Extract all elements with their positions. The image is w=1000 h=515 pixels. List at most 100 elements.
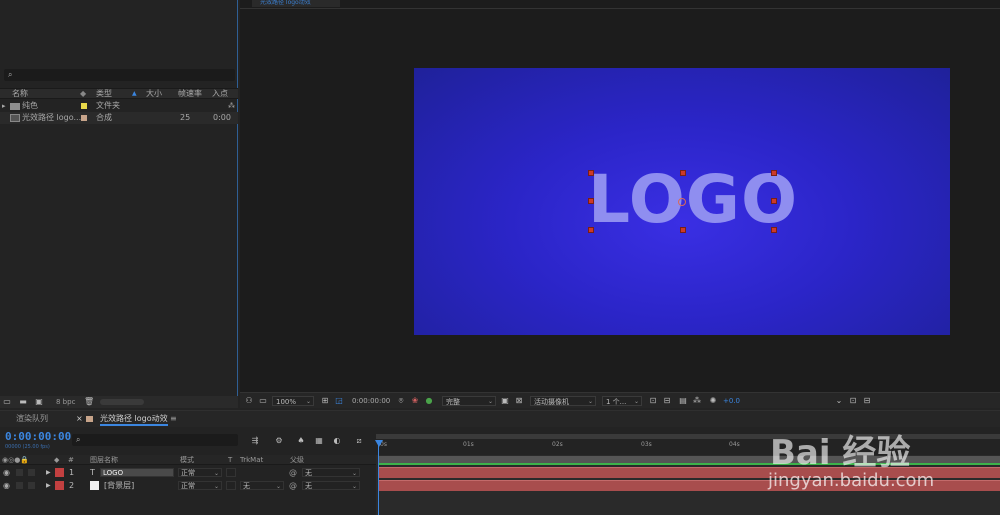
label-swatch[interactable] [81,103,87,109]
playhead-handle[interactable] [375,440,383,447]
label-column-icon[interactable]: ◆ [54,455,59,465]
label-column-icon[interactable]: ◆ [80,89,86,99]
viewer-tab[interactable]: 光效路径 logo动效 [252,0,340,7]
playhead[interactable] [378,440,379,515]
column-in[interactable]: 入点 [212,89,228,99]
timeline-icon[interactable]: ▤ [678,396,688,406]
current-timecode[interactable]: 0:00:00:00 [5,430,71,443]
layer-name[interactable]: [背景层] [104,479,134,492]
project-item-comp[interactable]: 光效路径 logo... 合成 25 0:00 [0,112,238,124]
graph-editor-icon[interactable]: ⧄ [354,436,364,446]
flowchart-icon[interactable]: ⁂ [692,396,702,406]
anchor-point-icon[interactable] [678,198,686,206]
camera-dropdown[interactable]: 活动摄像机 ⌄ [530,396,596,406]
show-snapshot-icon[interactable]: ❀ [410,396,420,406]
lock-toggle[interactable] [28,482,35,489]
column-name[interactable]: 名称 [12,89,28,99]
project-item-folder[interactable]: ▸ 纯色 文件夹 ⁂ [0,100,238,112]
views-dropdown[interactable]: 1 个... ⌄ [602,396,642,406]
column-parent[interactable]: 父级 [290,455,304,465]
toggle-pixel-icon[interactable]: ⊡ [648,396,658,406]
tab-menu-icon[interactable]: ≡ [170,411,177,427]
interpret-footage-icon[interactable]: ▭ [2,397,12,407]
trash-icon[interactable]: 🗑 [84,397,94,407]
fast-preview-icon[interactable]: ⊟ [662,396,672,406]
mode-dropdown[interactable]: 正常 ⌄ [178,468,222,477]
exposure-value[interactable]: +0.0 [723,396,740,406]
column-layer-name[interactable]: 图层名称 [90,455,118,465]
new-folder-icon[interactable]: ▬ [18,397,28,407]
transform-handle[interactable] [588,227,594,233]
expand-arrow-icon[interactable]: ▸ [2,100,6,112]
transform-handle[interactable] [588,198,594,204]
column-fps[interactable]: 帧速率 [178,89,202,99]
lock-toggle[interactable] [28,469,35,476]
timeline-search-input[interactable]: ⌕ [72,434,238,446]
layer-row[interactable]: ◉ ▶ 2 [背景层] 正常 ⌄ 无 ⌄ @ 无 ⌄ [0,479,376,492]
transform-handle[interactable] [680,227,686,233]
pickwhip-icon[interactable]: @ [289,479,297,492]
column-trkmat[interactable]: TrkMat [240,455,263,465]
mask-visibility-icon[interactable]: ◲ [334,396,344,406]
chevron-down-icon: ⌄ [213,470,219,477]
trkmat-dropdown[interactable]: 无 ⌄ [240,481,284,490]
transform-handle[interactable] [771,227,777,233]
fast-preview-icon[interactable]: ⊟ [862,396,872,406]
column-mode[interactable]: 模式 [180,455,194,465]
scrollbar[interactable] [100,399,144,405]
shy-layers-icon[interactable]: ♠ [296,436,306,446]
flowchart-icon[interactable]: ⁂ [228,100,235,112]
layer-label-swatch[interactable] [55,468,64,477]
column-number[interactable]: # [68,455,74,465]
solo-toggle[interactable] [16,482,23,489]
zoom-dropdown[interactable]: 100% ⌄ [272,396,314,406]
eye-icon[interactable]: ◉ [3,466,10,479]
always-preview-icon[interactable]: ⚇ [244,396,254,406]
close-icon[interactable]: × [76,411,83,427]
resolution-dropdown[interactable]: 完整 ⌄ [442,396,496,406]
chevron-down-icon[interactable]: ⌄ [834,396,844,406]
layer-name-field[interactable]: LOGO [100,468,174,477]
preserve-transparency-toggle[interactable] [226,468,236,477]
sort-up-icon[interactable]: ▲ [132,89,137,99]
transform-handle[interactable] [771,170,777,176]
new-comp-icon[interactable]: ▣ [34,397,44,407]
layer-row[interactable]: ◉ ▶ 1 T LOGO 正常 ⌄ @ 无 ⌄ [0,466,376,479]
parent-dropdown[interactable]: 无 ⌄ [302,481,360,490]
pickwhip-icon[interactable]: @ [289,466,297,479]
region-of-interest-icon[interactable]: ▣ [500,396,510,406]
exposure-icon[interactable]: ✺ [708,396,718,406]
column-type[interactable]: 类型 [96,89,112,99]
transform-handle[interactable] [680,170,686,176]
eye-icon[interactable]: ◉ [3,479,10,492]
tab-render-queue[interactable]: 渲染队列 [16,411,48,427]
label-swatch[interactable] [81,115,87,121]
transform-handle[interactable] [588,170,594,176]
chevron-down-icon: ⌄ [351,470,357,477]
grid-icon[interactable]: ⊞ [320,396,330,406]
visibility-icons[interactable]: ◉◎●🔒 [2,455,29,465]
motion-blur-icon[interactable]: ◐ [332,436,342,446]
project-search-input[interactable]: ⌕ [4,69,235,81]
monitor-icon[interactable]: ▭ [258,396,268,406]
transform-handle[interactable] [771,198,777,204]
column-t[interactable]: T [228,455,232,465]
expand-arrow-icon[interactable]: ▶ [46,479,51,492]
frame-blending-icon[interactable]: ▦ [314,436,324,446]
transparency-grid-icon[interactable]: ⊠ [514,396,524,406]
parent-dropdown[interactable]: 无 ⌄ [302,468,360,477]
mode-dropdown[interactable]: 正常 ⌄ [178,481,222,490]
bpc-label[interactable]: 8 bpc [56,397,75,407]
color-channel-icon[interactable]: ● [424,396,434,406]
preserve-transparency-toggle[interactable] [226,481,236,490]
comp-mini-flowchart-icon[interactable]: ⇶ [250,436,260,446]
column-size[interactable]: 大小 [146,89,162,99]
draft-3d-icon[interactable]: ⚙ [274,436,284,446]
viewer-timecode[interactable]: 0:00:00:00 [352,396,390,406]
toggle-pixel-icon[interactable]: ⊡ [848,396,858,406]
expand-arrow-icon[interactable]: ▶ [46,466,51,479]
snapshot-camera-icon[interactable]: ⌾ [396,396,406,406]
solo-toggle[interactable] [16,469,23,476]
layer-label-swatch[interactable] [55,481,64,490]
tab-composition[interactable]: 光效路径 logo动效 [100,411,168,426]
